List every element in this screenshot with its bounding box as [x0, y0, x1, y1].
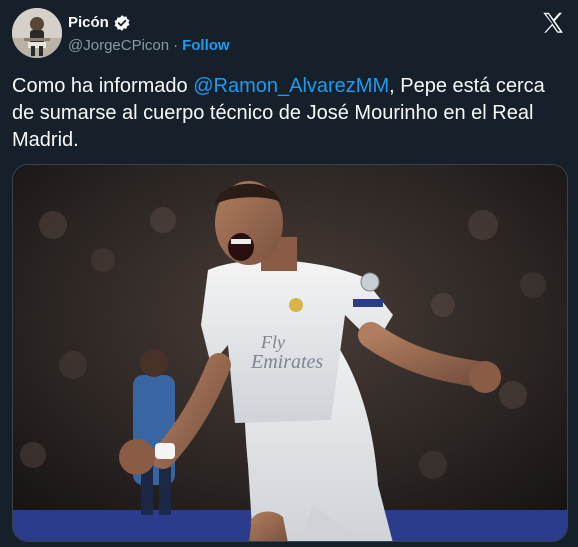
tweet-text: Como ha informado @Ramon_AlvarezMM, Pepe… [12, 73, 564, 154]
jersey-sponsor-line2: Emirates [250, 351, 323, 373]
name-row: Picón [68, 14, 131, 32]
author-handle[interactable]: @JorgeCPicon [68, 37, 169, 55]
tweet-photo[interactable]: Fly Emirates [12, 164, 568, 542]
tweet-text-start: Como ha informado [12, 75, 194, 97]
avatar-image [12, 8, 62, 58]
tweet-header: Picón @JorgeCPicon · Follow [12, 8, 566, 60]
separator-dot: · [173, 37, 179, 54]
x-logo-icon[interactable] [540, 10, 566, 36]
photo-illustration: Fly Emirates [13, 165, 567, 541]
avatar[interactable] [12, 8, 62, 58]
verified-badge-icon [113, 14, 131, 32]
follow-button[interactable]: Follow [182, 37, 230, 55]
jersey-sponsor-line1: Fly [260, 332, 285, 352]
mention-link[interactable]: @Ramon_AlvarezMM [193, 75, 389, 97]
display-name[interactable]: Picón [68, 14, 109, 32]
handle-row: @JorgeCPicon · Follow [68, 37, 230, 55]
tweet-card: Picón @JorgeCPicon · Follow Como ha info… [0, 0, 578, 547]
